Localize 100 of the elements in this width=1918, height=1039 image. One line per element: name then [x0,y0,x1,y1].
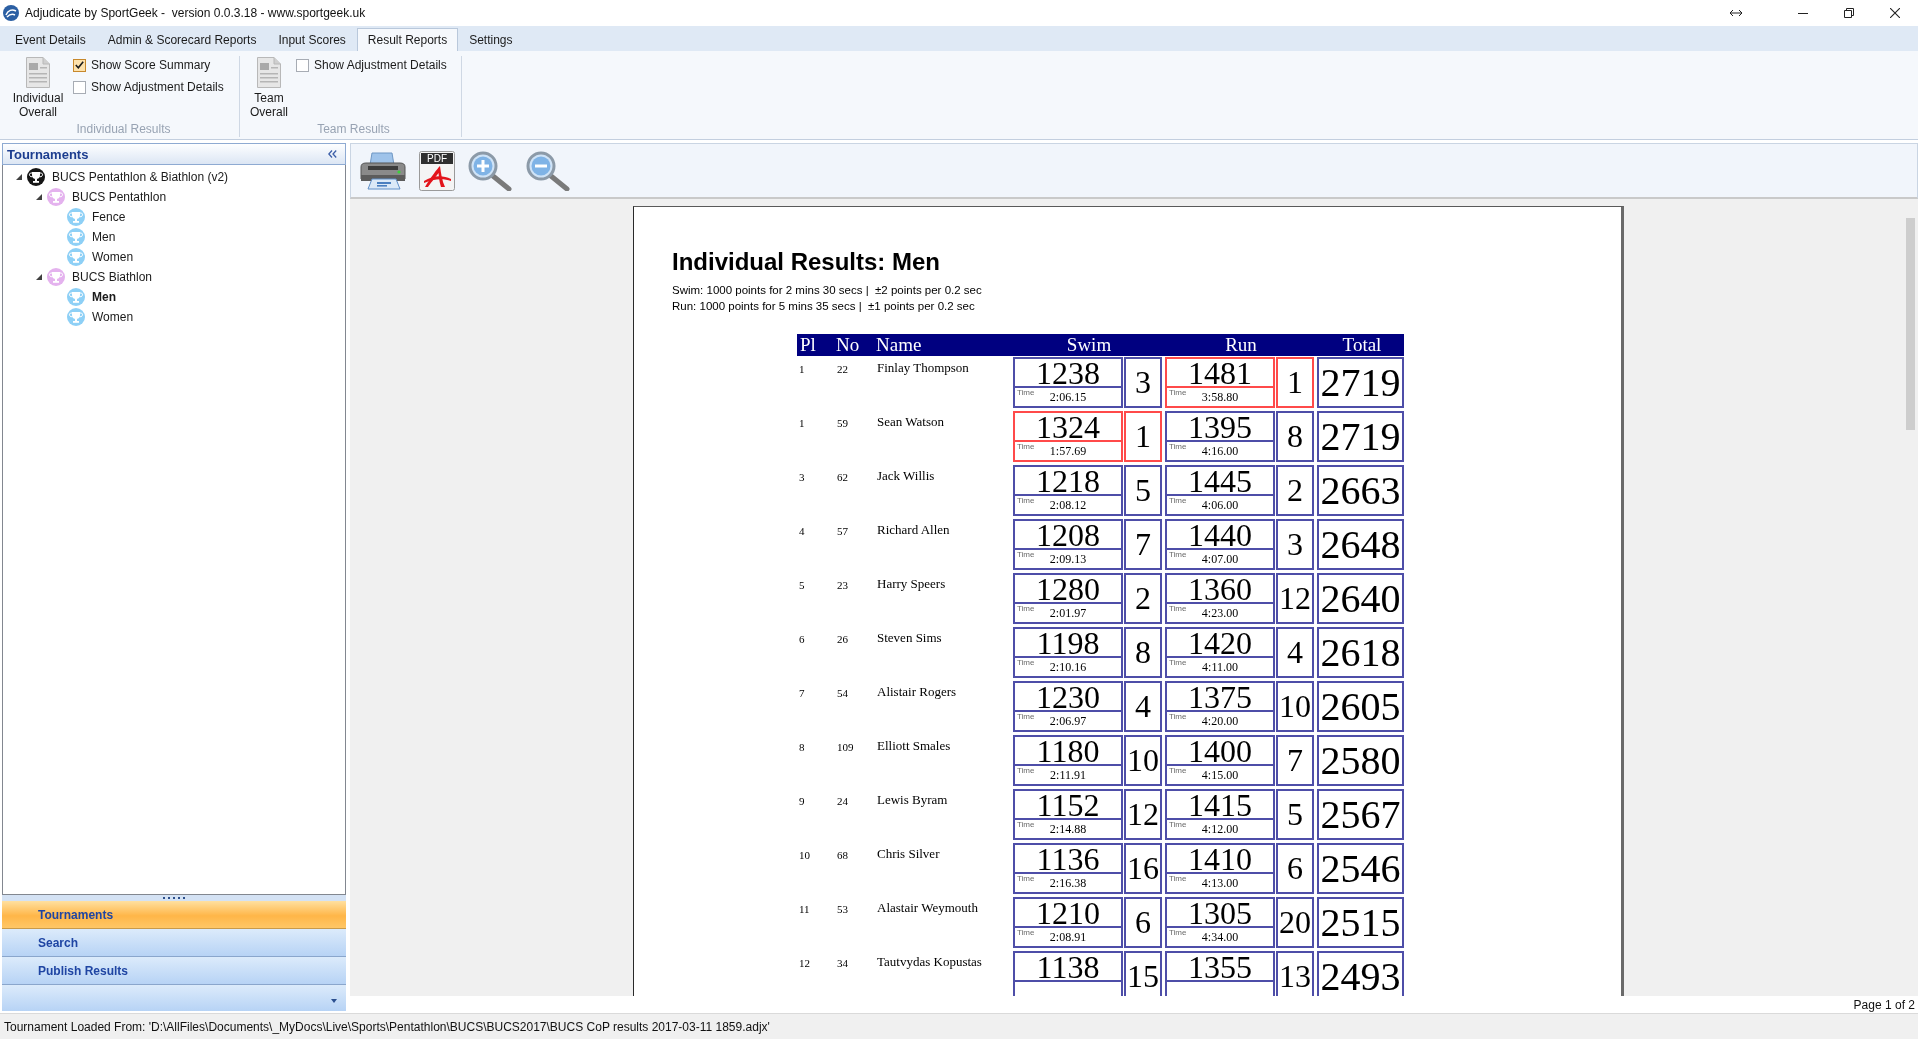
report-button[interactable]: Team Overall [246,56,292,119]
run-rank-cell: 4 [1276,627,1314,678]
points-value: 1152 [1035,791,1101,818]
place-cell-text: 12 [798,956,811,971]
trophy-icon [67,248,85,266]
group-title: Team Results [316,122,391,137]
athlete-name-cell-text: Alastair Weymouth [876,899,979,917]
swim-rank-cell: 2 [1124,573,1162,624]
ribbon-tab[interactable]: Event Details [4,28,97,51]
scoring-note: Swim: 1000 points for 2 mins 30 secs | ±2 points per 0.2 sec [672,283,983,298]
tree-item[interactable]: BUCS Pentathlon [72,190,167,204]
app-logo-icon [3,5,19,21]
swim-rank-cell: 10 [1124,735,1162,786]
athlete-name-cell-text: Sean Watson [876,413,945,431]
time-value: 4:16.00 [1201,443,1239,460]
zoom-out-icon[interactable] [524,150,571,191]
time-value: 2:11.91 [1050,767,1086,784]
athlete-name-cell-text: Steven Sims [876,629,943,647]
nav-button[interactable]: Publish Results [2,957,346,985]
column-header: Name [875,334,923,356]
minimize-icon [1798,12,1808,14]
tree-item[interactable]: Men [92,230,116,244]
swim-rank-cell: 5 [1124,465,1162,516]
checkbox[interactable] [73,58,86,72]
swim-rank-cell: 8 [1124,627,1162,678]
checkbox-label[interactable]: Show Adjustment Details [91,80,224,94]
printer-icon[interactable] [358,150,408,191]
zoom-in-icon[interactable] [466,150,513,191]
time-label: Time [1016,820,1035,829]
window-title: Adjudicate by SportGeek - version 0.0.3.18 - www.sportgeek.uk [25,6,366,20]
ribbon-tab[interactable]: Input Scores [267,28,357,51]
time-label: Time [1016,928,1035,937]
group-title: Individual Results [75,122,172,137]
time-label: Time [1016,712,1035,721]
points-value: 1445 [1187,467,1253,494]
total-cell: 2618 [1317,627,1404,678]
expanded-triangle-icon[interactable] [36,274,42,280]
points-value: 1400 [1187,737,1253,764]
time-value: 4:12.00 [1201,821,1239,838]
expanded-triangle-icon[interactable] [36,194,42,200]
expanded-triangle-icon[interactable] [16,174,22,180]
nav-button[interactable]: Search [2,929,346,957]
place-cell-text: 7 [798,686,806,701]
bib-number-cell-text: 24 [836,794,849,809]
double-arrow-icon [1730,10,1742,16]
total-cell: 2515 [1317,897,1404,948]
athlete-name-cell-text: Finlay Thompson [876,359,970,377]
athlete-name-cell-text: Harry Speers [876,575,947,593]
place-cell-text: 9 [798,794,806,809]
tree-item[interactable]: Fence [92,210,126,224]
points-value: 1420 [1187,629,1253,656]
athlete-name-cell-text: Lewis Byram [876,791,949,809]
run-rank-cell: 10 [1276,681,1314,732]
double-chevron-left-icon[interactable] [328,150,337,158]
document-icon [26,57,50,88]
checkbox-label[interactable]: Show Score Summary [91,58,211,72]
scrollbar-thumb[interactable] [1906,218,1915,430]
place-cell-text: 4 [798,524,806,539]
ribbon-tab[interactable]: Result Reports [356,28,459,51]
bib-number-cell-text: 68 [836,848,849,863]
points-value: 1324 [1035,413,1101,440]
total-cell: 2567 [1317,789,1404,840]
column-header: No [835,334,861,356]
ribbon-tab[interactable]: Admin & Scorecard Reports [96,28,268,51]
time-label: Time [1016,388,1035,397]
tree-item[interactable]: BUCS Biathlon [72,270,153,284]
checkbox[interactable] [73,80,86,94]
tree-item[interactable]: Women [92,250,134,264]
points-value: 1481 [1187,359,1253,386]
tree-item[interactable]: Women [92,310,134,324]
tree-item[interactable]: BUCS Pentathlon & Biathlon (v2) [52,170,229,184]
checkbox[interactable] [296,58,309,72]
ribbon-tab[interactable]: Settings [458,28,524,51]
nav-button[interactable]: Tournaments [2,901,346,929]
report-button[interactable]: Individual Overall [8,56,68,119]
time-value: 4:13.00 [1201,875,1239,892]
time-value: 2:01.97 [1049,605,1087,622]
time-label: Time [1168,496,1187,505]
points-value: 1410 [1187,845,1253,872]
time-value: 2:16.38 [1049,875,1087,892]
tree-item[interactable]: Men [92,290,116,304]
athlete-name-cell-text: Alistair Rogers [876,683,958,701]
vertical-scrollbar[interactable] [1902,199,1918,996]
restore-icon [1844,8,1854,18]
time-value: 1:57.69 [1049,443,1087,460]
points-value: 1415 [1187,791,1253,818]
time-value: 4:23.00 [1201,605,1239,622]
time-value: 4:34.00 [1201,929,1239,946]
total-cell: 2719 [1317,411,1404,462]
time-label: Time [1168,658,1187,667]
run-rank-cell: 8 [1276,411,1314,462]
points-value: 1238 [1035,359,1101,386]
dropdown-arrow-icon[interactable] [331,999,337,1003]
place-cell-text: 3 [798,470,806,485]
time-label: Time [1168,874,1187,883]
points-value: 1355 [1187,953,1253,980]
trophy-icon [47,268,65,286]
panel-title: Tournaments [7,146,89,162]
pdf-file-icon[interactable]: PDF [419,150,455,191]
checkbox-label[interactable]: Show Adjustment Details [314,58,447,72]
